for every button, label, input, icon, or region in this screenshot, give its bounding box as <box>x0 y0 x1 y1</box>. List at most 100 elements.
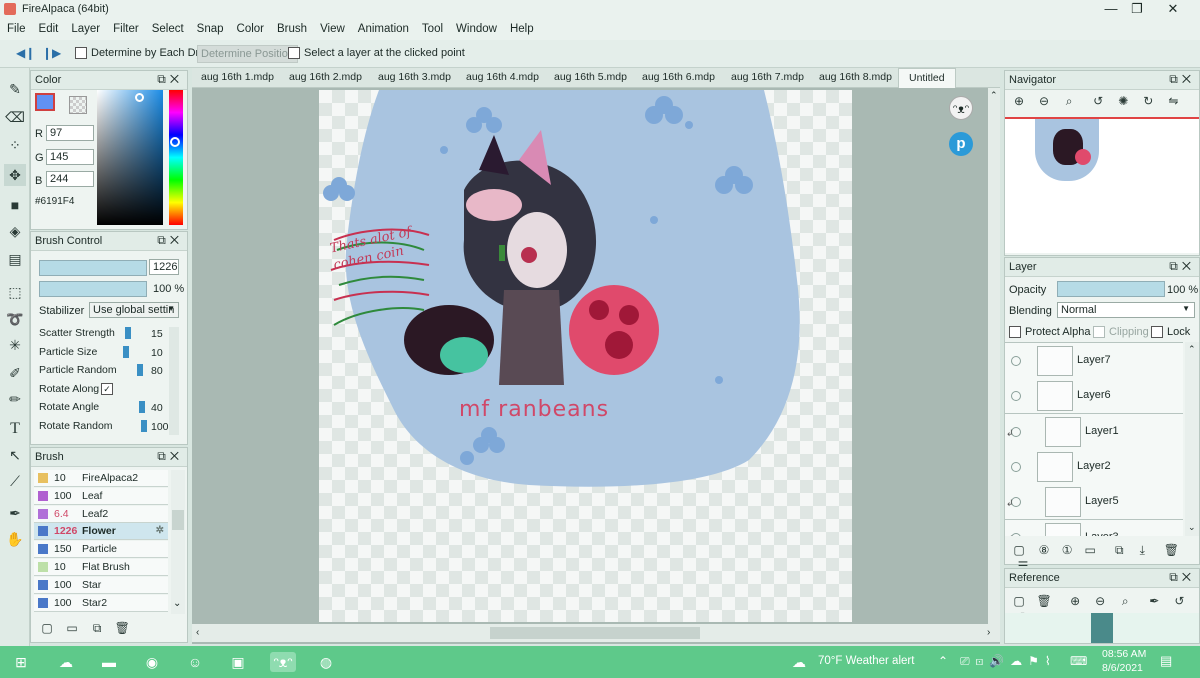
brush-item[interactable]: 100 Leaf <box>34 487 168 505</box>
new-layer-icon[interactable]: ▢ <box>1011 542 1027 558</box>
menu-layer[interactable]: Layer <box>64 20 106 35</box>
slider-knob[interactable] <box>139 401 145 413</box>
scroll-left-icon[interactable]: ‹ <box>196 627 199 638</box>
tab-aug16-3[interactable]: aug 16th 3.mdp <box>378 71 451 83</box>
brush-param-slider[interactable] <box>121 364 147 376</box>
dropper-icon[interactable]: ✒ <box>4 502 26 524</box>
menu-select[interactable]: Select <box>145 20 190 35</box>
layer-row[interactable]: Layer5 ↲ <box>1005 484 1183 521</box>
app-cloud-icon[interactable]: ☁ <box>55 652 77 672</box>
panel-controls-icon[interactable]: ⧉✕ <box>157 449 183 464</box>
protect-alpha-checkbox[interactable]: Protect Alpha <box>1009 326 1090 339</box>
gradient-icon[interactable]: ▤ <box>4 248 26 270</box>
eyedropper-icon[interactable]: ✒ <box>1146 593 1162 609</box>
menu-color[interactable]: Color <box>230 20 270 35</box>
brush-param-slider[interactable] <box>121 345 147 358</box>
menu-help[interactable]: Help <box>503 20 540 35</box>
brush-param-slider[interactable] <box>121 419 147 432</box>
brush-item[interactable]: 10 Flat Brush <box>34 559 168 576</box>
primary-color-swatch[interactable] <box>35 93 55 111</box>
rotate-left-icon[interactable]: ↺ <box>1171 593 1187 609</box>
duplicate-icon[interactable]: ⧉ <box>89 620 105 636</box>
brush-param-value[interactable]: 40 <box>151 402 163 414</box>
eraser-icon[interactable]: ⌫ <box>4 106 26 128</box>
scroll-up-icon[interactable]: ⌃ <box>990 90 998 101</box>
tab-aug16-2[interactable]: aug 16th 2.mdp <box>289 71 362 83</box>
delete-layer-icon[interactable]: 🗑 <box>1163 542 1179 558</box>
brush-size-slider[interactable] <box>39 260 147 276</box>
rotate-right-icon[interactable]: ↻ <box>1140 93 1156 109</box>
panel-controls-icon[interactable]: ⧉✕ <box>157 233 183 248</box>
zoom-in-icon[interactable]: ⊕ <box>1011 93 1027 109</box>
fill-rect-icon[interactable]: ■ <box>4 194 26 216</box>
panel-controls-icon[interactable]: ⧉✕ <box>1169 570 1195 585</box>
tab-aug16-1[interactable]: aug 16th 1.mdp <box>201 71 274 83</box>
layer-row[interactable]: Layer2 <box>1005 448 1183 485</box>
panel-controls-icon[interactable]: ⧉✕ <box>1169 72 1195 87</box>
menu-brush[interactable]: Brush <box>270 20 313 35</box>
stabilizer-select[interactable]: Use global settin ▼ <box>89 302 179 318</box>
brush-control-scrollbar[interactable] <box>169 327 179 435</box>
system-tray-icons[interactable]: ⎚⊡🔊☁⚑⌇ <box>960 654 1057 669</box>
layer-list-scrollbar[interactable]: ⌃ ⌄ <box>1185 342 1199 536</box>
merge-down-icon[interactable]: ⤓ <box>1134 542 1150 558</box>
g-input[interactable]: 145 <box>46 149 94 165</box>
brush-param-value[interactable]: 100 <box>151 421 169 433</box>
menu-window[interactable]: Window <box>449 20 503 35</box>
minecraft-icon[interactable]: ▣ <box>227 652 249 672</box>
start-icon[interactable]: ⊞ <box>10 652 32 672</box>
menu-snap[interactable]: Snap <box>190 20 230 35</box>
operation-icon[interactable]: ↖ <box>4 444 26 466</box>
tab-untitled[interactable]: Untitled <box>898 68 956 88</box>
eyedropper-icon[interactable]: ⟋ <box>4 470 26 492</box>
b-input[interactable]: 244 <box>46 171 94 187</box>
scroll-down-icon[interactable]: ⌄ <box>173 598 181 609</box>
layer-row[interactable]: Layer6 <box>1005 378 1183 415</box>
menu-edit[interactable]: Edit <box>32 20 65 35</box>
bucket-icon[interactable]: ◈ <box>4 220 26 242</box>
brush-item[interactable]: 6.4 Leaf2 <box>34 505 168 523</box>
rotate-left-icon[interactable]: ↺ <box>1090 93 1106 109</box>
determine-each-drag-checkbox[interactable]: Determine by Each Drag <box>75 47 211 60</box>
hue-bar[interactable] <box>169 90 183 225</box>
duplicate-layer-icon[interactable]: ⧉ <box>1111 542 1127 558</box>
blending-select[interactable]: Normal ▼ <box>1057 302 1195 318</box>
brush-item[interactable]: 150 Particle <box>34 541 168 559</box>
menu-view[interactable]: View <box>313 20 351 35</box>
slider-knob[interactable] <box>141 419 147 432</box>
file-explorer-icon[interactable]: ▬ <box>98 652 120 672</box>
move-icon[interactable]: ✥ <box>4 164 26 186</box>
select-icon[interactable]: ⬚ <box>4 281 26 303</box>
menu-file[interactable]: File <box>0 20 32 35</box>
discord-icon[interactable]: ☺ <box>184 652 206 672</box>
layer-visibility-icon[interactable] <box>1011 356 1021 366</box>
layer-visibility-icon[interactable] <box>1011 391 1021 402</box>
magic-wand-icon[interactable]: ✳ <box>4 334 26 356</box>
select-pen-icon[interactable]: ✐ <box>4 362 26 384</box>
canvas-vertical-scrollbar[interactable]: ⌃ <box>988 88 1000 624</box>
brush-opacity-slider[interactable] <box>39 281 147 297</box>
maximize-button[interactable]: ❐ <box>1122 1 1152 17</box>
tab-aug16-7[interactable]: aug 16th 7.mdp <box>731 71 804 83</box>
tab-aug16-5[interactable]: aug 16th 5.mdp <box>554 71 627 83</box>
brush-param-slider[interactable] <box>121 327 147 339</box>
brush-param-value[interactable]: 10 <box>151 347 163 359</box>
tray-chevron-icon[interactable]: ⌃ <box>938 654 948 668</box>
determine-position-button[interactable]: Determine Position <box>197 45 298 63</box>
select-eraser-icon[interactable]: ✏ <box>4 388 26 410</box>
scroll-thumb[interactable] <box>490 627 700 639</box>
layer-row[interactable]: Layer1 ↲ <box>1005 413 1183 450</box>
brush-list-scroll-thumb[interactable] <box>172 510 184 530</box>
folder-icon[interactable]: ▭ <box>64 620 80 636</box>
layer-row[interactable]: Layer3 ↲ <box>1005 519 1183 536</box>
menu-filter[interactable]: Filter <box>106 20 145 35</box>
color-square[interactable] <box>97 90 163 225</box>
brush-settings-icon[interactable]: ✲ <box>156 525 164 536</box>
brush-param-value[interactable]: 15 <box>151 328 163 340</box>
notifications-icon[interactable]: ▤ <box>1160 653 1172 669</box>
lock-checkbox[interactable]: Lock <box>1151 326 1190 339</box>
slider-knob[interactable] <box>123 345 129 358</box>
brush-item[interactable]: 100 Star2 <box>34 594 168 612</box>
panel-controls-icon[interactable]: ⧉✕ <box>157 72 183 87</box>
delete-reference-icon[interactable]: 🗑 <box>1036 593 1052 609</box>
